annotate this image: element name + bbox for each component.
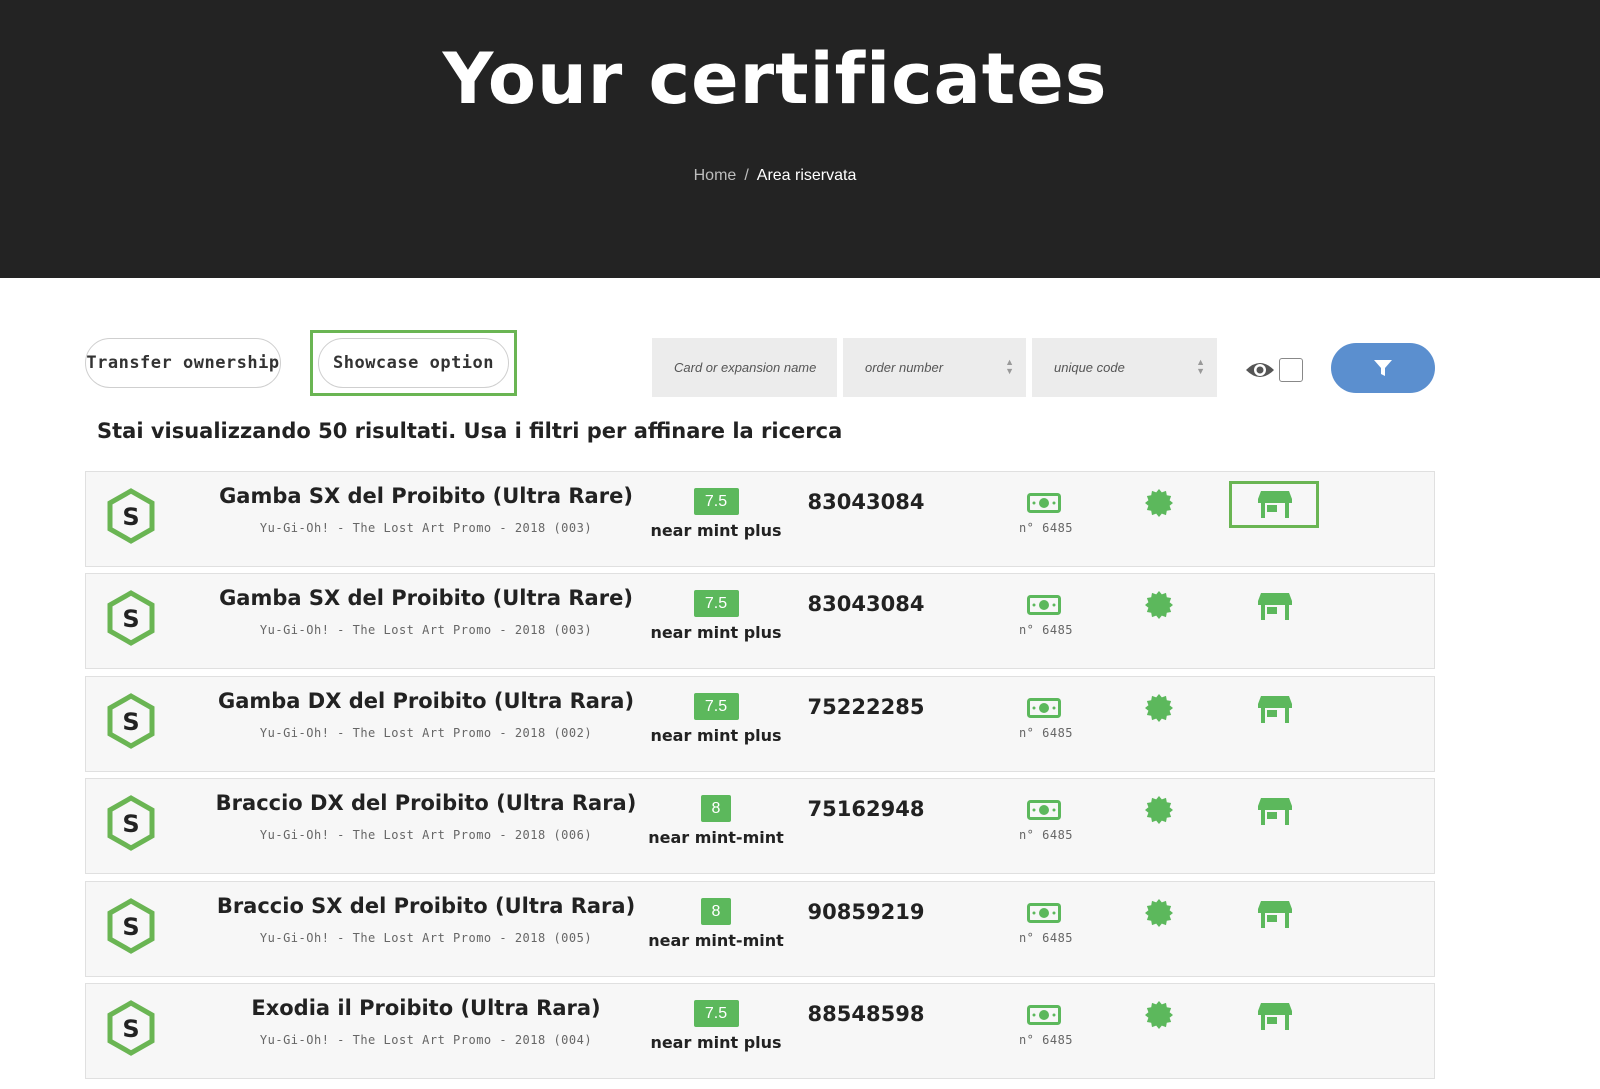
svg-text:S: S bbox=[122, 810, 139, 838]
grade-label: near mint plus bbox=[650, 726, 782, 745]
s-hexagon-icon: S bbox=[107, 488, 155, 544]
search-placeholder: Card or expansion name bbox=[674, 360, 817, 375]
order-number: n° 6485 bbox=[1018, 726, 1074, 740]
svg-text:S: S bbox=[122, 605, 139, 633]
card-subtitle: Yu-Gi-Oh! - The Lost Art Promo - 2018 (0… bbox=[259, 521, 593, 535]
certificate-code: 83043084 bbox=[807, 490, 925, 514]
certificate-row: S Braccio SX del Proibito (Ultra Rara) Yu-… bbox=[85, 881, 1435, 977]
card-title: Braccio SX del Proibito (Ultra Rara) bbox=[216, 894, 636, 918]
card-title: Gamba SX del Proibito (Ultra Rare) bbox=[219, 586, 633, 610]
svg-text:S: S bbox=[122, 913, 139, 941]
card-subtitle: Yu-Gi-Oh! - The Lost Art Promo - 2018 (0… bbox=[259, 726, 593, 740]
certificate-code: 75162948 bbox=[807, 797, 925, 821]
s-hexagon-icon: S bbox=[107, 795, 155, 851]
order-number: n° 6485 bbox=[1018, 828, 1074, 842]
grade-badge: 7.5 bbox=[693, 590, 739, 617]
shop-highlight bbox=[1229, 481, 1319, 528]
card-title: Gamba DX del Proibito (Ultra Rara) bbox=[217, 689, 635, 713]
order-number-spinner[interactable]: ▲ ▼ bbox=[1005, 358, 1014, 376]
seal-badge-icon bbox=[1145, 694, 1173, 722]
s-hexagon-icon: S bbox=[107, 1000, 155, 1056]
grade-label: near mint plus bbox=[650, 623, 782, 642]
card-title: Gamba SX del Proibito (Ultra Rare) bbox=[219, 484, 633, 508]
grade-label: near mint plus bbox=[650, 1033, 782, 1052]
card-subtitle: Yu-Gi-Oh! - The Lost Art Promo - 2018 (0… bbox=[259, 931, 593, 945]
money-icon bbox=[1027, 698, 1061, 718]
unique-code-input[interactable]: unique code ▲ ▼ bbox=[1032, 338, 1217, 397]
shop-icon[interactable] bbox=[1257, 796, 1293, 826]
s-hexagon-icon: S bbox=[107, 898, 155, 954]
card-title: Exodia il Proibito (Ultra Rara) bbox=[251, 996, 601, 1020]
breadcrumb: Home / Area riservata bbox=[0, 167, 1550, 185]
showcase-option-button[interactable]: Showcase option bbox=[318, 338, 509, 388]
shop-icon[interactable] bbox=[1257, 591, 1293, 621]
results-summary: Stai visualizzando 50 risultati. Usa i f… bbox=[97, 419, 843, 443]
certificate-row: S Braccio DX del Proibito (Ultra Rara) Yu-… bbox=[85, 778, 1435, 874]
shop-icon[interactable] bbox=[1257, 1001, 1293, 1031]
order-number-placeholder: order number bbox=[865, 360, 944, 375]
grade-badge: 8 bbox=[701, 898, 731, 925]
breadcrumb-home-link[interactable]: Home bbox=[694, 167, 737, 184]
unique-code-spinner[interactable]: ▲ ▼ bbox=[1196, 358, 1205, 376]
grade-label: near mint-mint bbox=[648, 931, 784, 950]
order-number: n° 6485 bbox=[1018, 931, 1074, 945]
svg-text:S: S bbox=[122, 503, 139, 531]
money-icon bbox=[1027, 595, 1061, 615]
svg-text:S: S bbox=[122, 708, 139, 736]
page-header: Your certificates Home / Area riservata bbox=[0, 0, 1600, 278]
transfer-ownership-button[interactable]: Transfer ownership bbox=[85, 338, 281, 388]
filter-icon bbox=[1374, 360, 1392, 376]
breadcrumb-separator: / bbox=[744, 167, 749, 184]
grade-badge: 7.5 bbox=[693, 693, 739, 720]
grade-badge: 7.5 bbox=[693, 1000, 739, 1027]
grade-label: near mint plus bbox=[650, 521, 782, 540]
order-number: n° 6485 bbox=[1018, 1033, 1074, 1047]
money-icon bbox=[1027, 800, 1061, 820]
order-number: n° 6485 bbox=[1018, 521, 1074, 535]
shop-icon[interactable] bbox=[1257, 899, 1293, 929]
certificate-row: S Gamba SX del Proibito (Ultra Rare) Yu-Gi… bbox=[85, 573, 1435, 669]
breadcrumb-current: Area riservata bbox=[756, 167, 857, 184]
seal-badge-icon bbox=[1145, 899, 1173, 927]
seal-badge-icon bbox=[1145, 796, 1173, 824]
order-number: n° 6485 bbox=[1018, 623, 1074, 637]
grade-badge: 8 bbox=[701, 795, 731, 822]
card-title: Braccio DX del Proibito (Ultra Rara) bbox=[215, 791, 637, 815]
unique-code-placeholder: unique code bbox=[1054, 360, 1125, 375]
card-subtitle: Yu-Gi-Oh! - The Lost Art Promo - 2018 (0… bbox=[259, 828, 593, 842]
grade-badge: 7.5 bbox=[693, 488, 739, 515]
grade-label: near mint-mint bbox=[648, 828, 784, 847]
search-input[interactable]: Card or expansion name bbox=[652, 338, 837, 397]
money-icon bbox=[1027, 493, 1061, 513]
seal-badge-icon bbox=[1145, 591, 1173, 619]
page-title: Your certificates bbox=[442, 38, 1108, 120]
eye-icon bbox=[1246, 363, 1274, 377]
s-hexagon-icon: S bbox=[107, 590, 155, 646]
seal-badge-icon bbox=[1145, 489, 1173, 517]
s-hexagon-icon: S bbox=[107, 693, 155, 749]
order-number-input[interactable]: order number ▲ ▼ bbox=[843, 338, 1026, 397]
show-checkbox[interactable] bbox=[1279, 358, 1303, 382]
card-subtitle: Yu-Gi-Oh! - The Lost Art Promo - 2018 (0… bbox=[259, 623, 593, 637]
certificate-code: 90859219 bbox=[807, 900, 925, 924]
shop-icon[interactable] bbox=[1257, 694, 1293, 724]
filter-button[interactable] bbox=[1331, 343, 1435, 393]
certificate-row: S Exodia il Proibito (Ultra Rara) Yu-Gi-Oh… bbox=[85, 983, 1435, 1079]
certificate-code: 75222285 bbox=[807, 695, 925, 719]
money-icon bbox=[1027, 1005, 1061, 1025]
svg-text:S: S bbox=[122, 1015, 139, 1043]
card-subtitle: Yu-Gi-Oh! - The Lost Art Promo - 2018 (0… bbox=[259, 1033, 593, 1047]
seal-badge-icon bbox=[1145, 1001, 1173, 1029]
money-icon bbox=[1027, 903, 1061, 923]
certificate-row: S Gamba DX del Proibito (Ultra Rara) Yu-Gi… bbox=[85, 676, 1435, 772]
certificate-code: 83043084 bbox=[807, 592, 925, 616]
certificate-code: 88548598 bbox=[807, 1002, 925, 1026]
